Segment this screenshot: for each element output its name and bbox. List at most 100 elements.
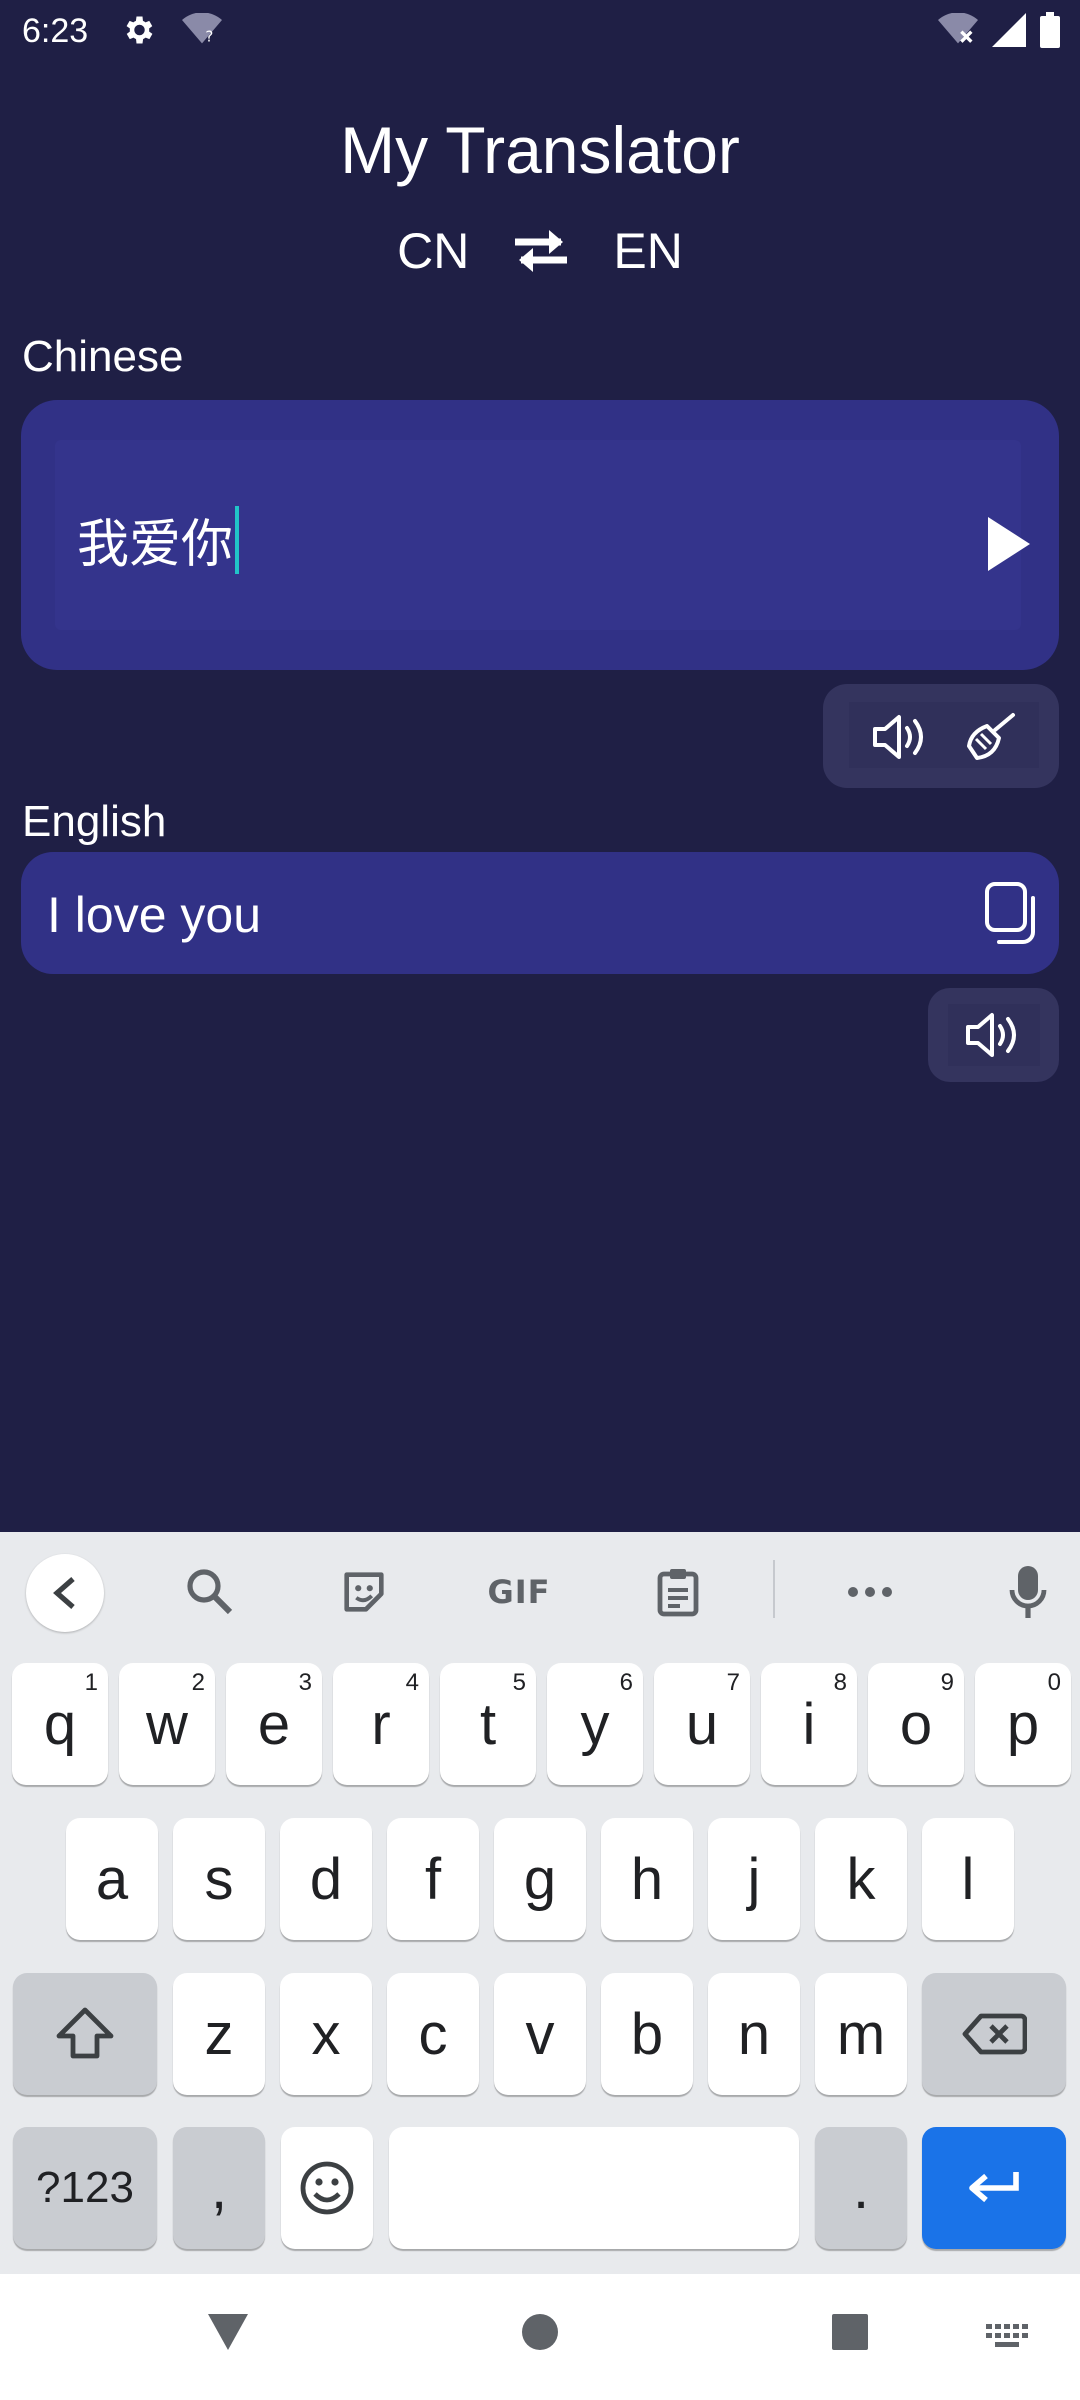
keyboard-back-button[interactable] [26, 1554, 104, 1632]
status-right-icons [938, 12, 1060, 48]
keyboard-gif-button[interactable]: GIF [482, 1562, 556, 1622]
space-key[interactable] [389, 2127, 799, 2249]
key-hint: 6 [619, 1669, 633, 1696]
key-v[interactable]: v [494, 1973, 586, 2095]
target-label: English [22, 797, 167, 846]
keyboard-switch-icon[interactable] [986, 2324, 1028, 2348]
target-tools-inner [948, 1004, 1040, 1066]
key-hint: 1 [84, 1669, 98, 1696]
key-f[interactable]: f [387, 1818, 479, 1940]
source-label: Chinese [22, 332, 184, 381]
key-g[interactable]: g [494, 1818, 586, 1940]
key-u[interactable]: u7 [654, 1663, 750, 1785]
key-q[interactable]: q1 [12, 1663, 108, 1785]
key-label: t [479, 1691, 497, 1757]
source-language[interactable]: CN [397, 222, 469, 280]
source-input-text[interactable]: 我爱你 [77, 502, 240, 577]
key-label: p [1006, 1691, 1040, 1757]
key-o[interactable]: o9 [868, 1663, 964, 1785]
key-label: q [43, 1691, 77, 1757]
target-tools [928, 988, 1059, 1082]
key-hint: 5 [512, 1669, 526, 1696]
recents-square-icon[interactable] [830, 2312, 870, 2352]
source-tools-inner [849, 702, 1039, 768]
key-l[interactable]: l [922, 1818, 1014, 1940]
battery-icon [1040, 12, 1060, 48]
backspace-key[interactable] [922, 1973, 1066, 2095]
key-hint: 9 [940, 1669, 954, 1696]
copy-icon[interactable] [983, 880, 1041, 946]
period-key[interactable]: . [815, 2127, 907, 2249]
more-icon [848, 1587, 892, 1597]
backspace-icon [962, 2013, 1027, 2055]
language-selector: CN EN [0, 222, 1080, 280]
comma-key[interactable]: , [173, 2127, 265, 2249]
wifi-off-icon [938, 13, 978, 44]
key-r[interactable]: r4 [333, 1663, 429, 1785]
gear-icon [126, 16, 153, 44]
status-time: 6:23 [22, 12, 89, 50]
key-i[interactable]: i8 [761, 1663, 857, 1785]
gif-label: GIF [487, 1573, 551, 1611]
play-triangle-icon[interactable] [985, 514, 1033, 574]
swap-arrows-icon [515, 230, 568, 272]
svg-text:?: ? [205, 28, 213, 46]
enter-key[interactable] [922, 2127, 1066, 2249]
home-circle-icon[interactable] [520, 2312, 560, 2352]
speaker-icon[interactable] [871, 712, 929, 762]
source-input-card: 我爱你 [21, 400, 1059, 670]
key-label: i [802, 1691, 816, 1757]
key-k[interactable]: k [815, 1818, 907, 1940]
translation-output-card: I love you [21, 852, 1059, 974]
keyboard-clipboard-button[interactable] [648, 1562, 708, 1622]
symbols-key[interactable]: ?123 [13, 2127, 157, 2249]
source-input-field[interactable]: 我爱你 [55, 440, 1021, 630]
key-label: r [371, 1691, 391, 1757]
text-caret [235, 505, 240, 574]
key-h[interactable]: h [601, 1818, 693, 1940]
key-b[interactable]: b [601, 1973, 693, 2095]
key-hint: 8 [833, 1669, 847, 1696]
clipboard-icon [657, 1569, 699, 1617]
broom-icon[interactable] [961, 712, 1019, 762]
key-z[interactable]: z [173, 1973, 265, 2095]
key-j[interactable]: j [708, 1818, 800, 1940]
target-language[interactable]: EN [613, 222, 682, 280]
signal-icon [992, 13, 1026, 47]
shift-arrow-icon [56, 2007, 114, 2059]
keyboard-more-button[interactable] [840, 1562, 900, 1622]
key-w[interactable]: w2 [119, 1663, 215, 1785]
key-s[interactable]: s [173, 1818, 265, 1940]
shift-key[interactable] [13, 1973, 157, 2095]
keyboard-sticker-button[interactable] [334, 1562, 394, 1622]
keyboard-mic-button[interactable] [998, 1562, 1058, 1622]
key-label: y [580, 1691, 610, 1757]
key-hint: 7 [726, 1669, 740, 1696]
sticker-icon [344, 1572, 384, 1612]
emoji-icon [300, 2161, 354, 2215]
wifi-question-icon: ? [182, 13, 222, 46]
key-p[interactable]: p0 [975, 1663, 1071, 1785]
keyboard-toolbar: GIF [0, 1532, 1080, 1654]
swap-languages-button[interactable] [509, 223, 573, 279]
key-x[interactable]: x [280, 1973, 372, 2095]
status-left-icons: ? [120, 12, 222, 48]
key-d[interactable]: d [280, 1818, 372, 1940]
app-title: My Translator [340, 113, 740, 187]
mic-icon [1009, 1566, 1047, 1618]
speaker-icon[interactable] [964, 1010, 1022, 1060]
emoji-key[interactable] [281, 2127, 373, 2249]
on-screen-keyboard: GIF q1w2e3r4t5y6u7i8o9p0 asdfghjkl zxcvb… [0, 1532, 1080, 2274]
toolbar-separator [773, 1560, 775, 1618]
key-e[interactable]: e3 [226, 1663, 322, 1785]
system-navigation-bar [0, 2274, 1080, 2400]
key-n[interactable]: n [708, 1973, 800, 2095]
keyboard-search-button[interactable] [180, 1562, 240, 1622]
key-m[interactable]: m [815, 1973, 907, 2095]
back-triangle-icon[interactable] [206, 2312, 250, 2352]
source-tools [823, 684, 1059, 788]
key-c[interactable]: c [387, 1973, 479, 2095]
key-t[interactable]: t5 [440, 1663, 536, 1785]
key-a[interactable]: a [66, 1818, 158, 1940]
key-y[interactable]: y6 [547, 1663, 643, 1785]
